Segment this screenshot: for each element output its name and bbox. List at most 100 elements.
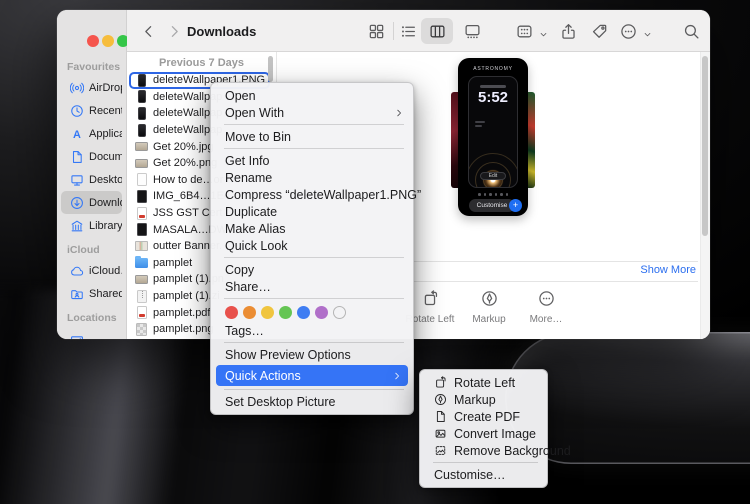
toolbar: Downloads [127, 10, 710, 52]
menu-item-showpreviewoptions[interactable]: Show Preview Options [211, 346, 413, 363]
desktop-icon [70, 173, 84, 187]
shared-folder-icon [70, 287, 84, 301]
menu-item-makealias[interactable]: Make Alias [211, 220, 413, 237]
tag-color-dot[interactable] [243, 306, 256, 319]
rotate-left-icon [422, 290, 439, 307]
tag-color-dot[interactable] [279, 306, 292, 319]
group-chevron-down-icon[interactable] [534, 25, 552, 43]
file-thumbnail-phone [135, 124, 148, 137]
tag-color-dot[interactable] [261, 306, 274, 319]
file-thumbnail-phone [135, 107, 148, 120]
file-column-scrollbar[interactable] [268, 56, 273, 82]
minimize-button[interactable] [102, 35, 114, 47]
sidebar-item-library[interactable]: Library [61, 214, 122, 237]
back-button[interactable] [139, 22, 157, 40]
doc-icon [70, 150, 84, 164]
menu-item-quicklook[interactable]: Quick Look [211, 237, 413, 254]
preview-scrollbar[interactable] [702, 56, 708, 236]
menu-item-label: Copy [225, 263, 254, 277]
search-button[interactable] [682, 22, 700, 40]
tag-color-none[interactable] [333, 306, 346, 319]
menu-item-markup[interactable]: Markup [420, 391, 547, 408]
sidebar-item-label: Docum… [89, 151, 122, 163]
preview-image: ASTRONOMY 5:52 Edit Customise + [458, 58, 528, 216]
menu-item-customise[interactable]: Customise… [420, 466, 547, 483]
sidebar-item-applica[interactable]: AApplica… [61, 122, 122, 145]
menu-separator [224, 298, 404, 299]
menu-item-compressdeletewallpaperpng[interactable]: Compress “deleteWallpaper1.PNG” [211, 186, 413, 203]
menu-item-tags[interactable]: Tags… [211, 322, 413, 339]
menu-separator [224, 342, 404, 343]
menu-item-rotateleft[interactable]: Rotate Left [420, 374, 547, 391]
group-button[interactable] [515, 22, 533, 40]
tag-color-dot[interactable] [225, 306, 238, 319]
menu-item-share[interactable]: Share… [211, 278, 413, 295]
show-more-link[interactable]: Show More [640, 264, 696, 276]
menu-item-copy[interactable]: Copy [211, 261, 413, 278]
phone-add-button: + [509, 199, 522, 212]
menu-item-openwith[interactable]: Open With [211, 104, 413, 121]
sidebar-item-label: Recents [89, 105, 122, 117]
sidebar-item-shared[interactable]: Shared [61, 282, 122, 305]
sidebar-item-downlo[interactable]: Downlo… [61, 191, 122, 214]
more-actions-button[interactable] [619, 22, 637, 40]
menu-item-label: Quick Look [225, 239, 288, 253]
library-icon [70, 219, 84, 233]
menu-item-label: Create PDF [454, 410, 520, 424]
forward-button[interactable] [165, 22, 183, 40]
sidebar-item-icloud[interactable]: iCloud… [61, 259, 122, 282]
quick-actions-submenu: Rotate LeftMarkup Create PDFConvert Image… [419, 369, 548, 488]
menu-separator [433, 462, 538, 463]
sidebar-item-location[interactable] [61, 327, 122, 339]
menu-item-label: Get Info [225, 154, 269, 168]
menu-item-quickactions[interactable]: Quick Actions [216, 365, 408, 386]
convert-image-icon [434, 427, 447, 440]
menu-item-duplicate[interactable]: Duplicate [211, 203, 413, 220]
view-icons-button[interactable] [367, 22, 385, 40]
tag-color-dot[interactable] [315, 306, 328, 319]
menu-separator [224, 389, 404, 390]
sidebar-item-desktop[interactable]: Desktop [61, 168, 122, 191]
sidebar-item-label: Library [89, 220, 122, 232]
phone-edit-button: Edit [480, 172, 506, 180]
sidebar-item-docum[interactable]: Docum… [61, 145, 122, 168]
menu-separator [224, 148, 404, 149]
preview-action-markup[interactable]: Markup [458, 290, 520, 325]
menu-item-label: Set Desktop Picture [225, 395, 335, 409]
menu-item-convertimage[interactable]: Convert Image [420, 425, 547, 442]
desktop: FavouritesAirDropRecentsAApplica…Docum…D… [0, 0, 750, 504]
menu-item-open[interactable]: Open [211, 87, 413, 104]
phone-orbit-graphic [468, 153, 518, 188]
menu-item-label: Rotate Left [454, 376, 515, 390]
close-button[interactable] [87, 35, 99, 47]
preview-action-more[interactable]: More… [515, 290, 577, 325]
view-gallery-button[interactable] [463, 22, 481, 40]
menu-item-label: Move to Bin [225, 130, 291, 144]
menu-item-setdesktoppicture[interactable]: Set Desktop Picture [211, 393, 413, 410]
tag-button[interactable] [590, 22, 608, 40]
sidebar-item-recents[interactable]: Recents [61, 99, 122, 122]
view-columns-button[interactable] [428, 22, 446, 40]
menu-item-removebackground[interactable]: Remove Background [420, 442, 547, 459]
tag-color-dot[interactable] [297, 306, 310, 319]
menu-item-createpdf[interactable]: Create PDF [420, 408, 547, 425]
phone-weather-bar [475, 125, 482, 127]
preview-action-label: More… [515, 314, 577, 325]
file-thumbnail-pdf [135, 207, 148, 220]
download-circle-icon [70, 196, 84, 210]
submenu-chevron-right-icon [392, 371, 402, 381]
menu-item-movetobin[interactable]: Move to Bin [211, 128, 413, 145]
file-name: pamplet.pdf [153, 307, 210, 319]
menu-item-label: Compress “deleteWallpaper1.PNG” [225, 188, 421, 202]
sidebar-item-label: AirDrop [89, 82, 122, 94]
menu-item-rename[interactable]: Rename [211, 169, 413, 186]
view-list-button[interactable] [399, 22, 417, 40]
markup-icon [481, 290, 498, 307]
cloud-icon [70, 264, 84, 278]
sidebar-item-airdrop[interactable]: AirDrop [61, 76, 122, 99]
share-button[interactable] [559, 22, 577, 40]
more-chevron-down-icon[interactable] [638, 25, 656, 43]
menu-item-getinfo[interactable]: Get Info [211, 152, 413, 169]
phone-weather-bar [475, 121, 485, 123]
file-name: pamplet.png [153, 323, 214, 335]
